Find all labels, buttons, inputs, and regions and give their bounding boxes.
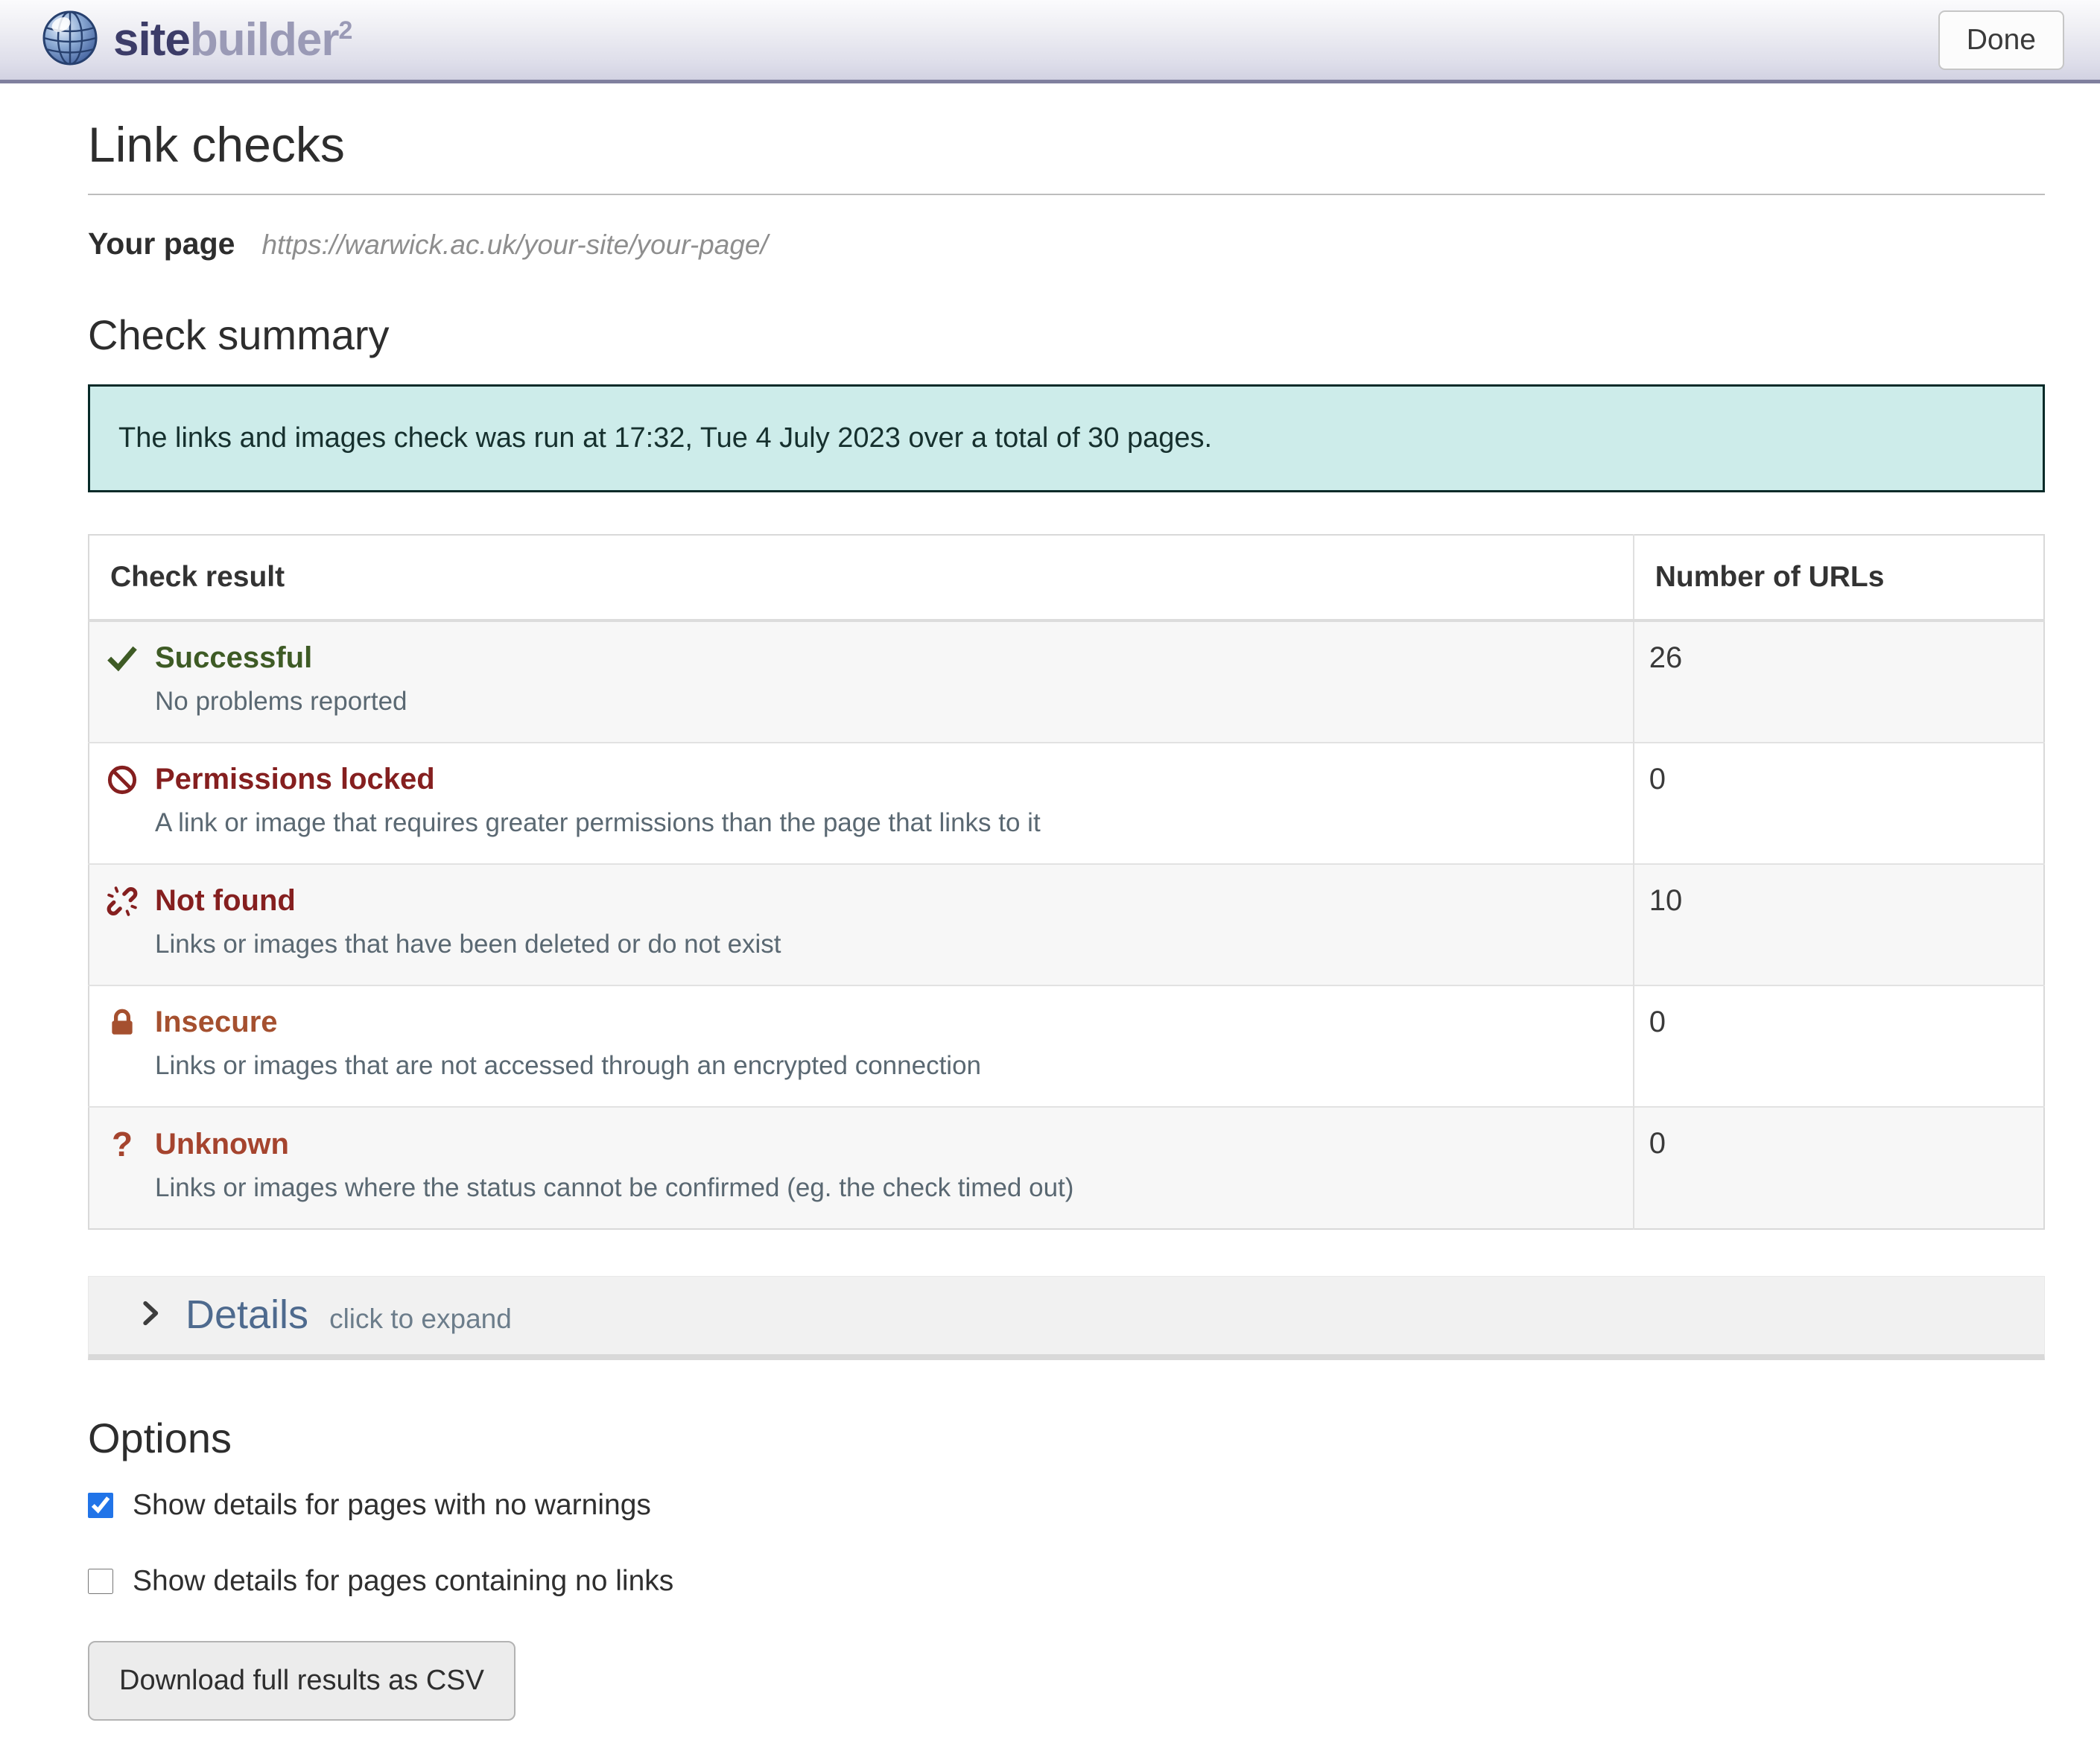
check-run-notice-text: The links and images check was run at 17…: [118, 422, 1212, 454]
show-no-links-checkbox[interactable]: [88, 1569, 113, 1594]
download-csv-button[interactable]: Download full results as CSV: [88, 1641, 516, 1721]
your-page-row: Your page https://warwick.ac.uk/your-sit…: [88, 226, 2045, 261]
row-description: A link or image that requires greater pe…: [155, 808, 1612, 838]
check-summary-table: Check result Number of URLs Successful N…: [88, 534, 2045, 1230]
checkbox-label: Show details for pages with no warnings: [133, 1489, 651, 1522]
details-label: Details: [185, 1295, 308, 1335]
row-description: No problems reported: [155, 687, 1612, 717]
checkbox-row-no-warnings[interactable]: Show details for pages with no warnings: [88, 1489, 651, 1522]
table-header-row: Check result Number of URLs: [89, 535, 2044, 620]
table-row-permissions-locked: Permissions locked A link or image that …: [89, 743, 2044, 864]
options-heading: Options: [88, 1414, 2045, 1462]
done-button[interactable]: Done: [1938, 10, 2064, 70]
check-summary-heading: Check summary: [88, 311, 2045, 359]
options-section: Options Show details for pages with no w…: [88, 1414, 2045, 1721]
url-count: 10: [1634, 864, 2044, 985]
your-page-label: Your page: [88, 226, 235, 261]
your-page-url: https://warwick.ac.uk/your-site/your-pag…: [261, 229, 767, 261]
title-divider: [88, 194, 2045, 195]
column-check-result: Check result: [89, 535, 1634, 620]
table-row-not-found: Not found Links or images that have been…: [89, 864, 2044, 985]
logo-wordmark: sitebuilder2: [113, 17, 352, 63]
url-count: 26: [1634, 620, 2044, 743]
url-count: 0: [1634, 743, 2044, 864]
column-number-of-urls: Number of URLs: [1634, 535, 2044, 620]
row-description: Links or images that have been deleted o…: [155, 930, 1612, 959]
row-label: Not found: [155, 884, 296, 918]
check-icon: [104, 643, 140, 674]
page-title: Link checks: [88, 116, 2045, 173]
table-row-unknown: ? Unknown Links or images where the stat…: [89, 1107, 2044, 1229]
show-no-warnings-checkbox[interactable]: [88, 1493, 113, 1518]
details-expander[interactable]: Details click to expand: [88, 1276, 2045, 1360]
table-row-insecure: Insecure Links or images that are not ac…: [89, 985, 2044, 1107]
url-count: 0: [1634, 1107, 2044, 1229]
checkbox-row-no-links[interactable]: Show details for pages containing no lin…: [88, 1565, 673, 1598]
row-description: Links or images that are not accessed th…: [155, 1051, 1612, 1081]
question-mark-icon: ?: [104, 1127, 140, 1161]
row-label: Unknown: [155, 1128, 289, 1161]
page-content: Link checks Your page https://warwick.ac…: [88, 116, 2045, 1743]
globe-icon: [42, 10, 98, 70]
lock-icon: [104, 1007, 140, 1038]
check-run-notice: The links and images check was run at 17…: [88, 384, 2045, 492]
table-row-successful: Successful No problems reported 26: [89, 620, 2044, 743]
checkbox-label: Show details for pages containing no lin…: [133, 1565, 673, 1598]
details-hint: click to expand: [329, 1304, 512, 1335]
chevron-right-icon: [135, 1298, 165, 1332]
row-label: Successful: [155, 641, 312, 675]
url-count: 0: [1634, 985, 2044, 1107]
row-description: Links or images where the status cannot …: [155, 1173, 1612, 1203]
broken-link-icon: [104, 886, 140, 917]
sitebuilder-logo: sitebuilder2: [42, 10, 352, 70]
row-label: Insecure: [155, 1006, 278, 1039]
row-label: Permissions locked: [155, 763, 435, 796]
app-header: sitebuilder2 Done: [0, 0, 2100, 83]
ban-icon: [104, 764, 140, 796]
